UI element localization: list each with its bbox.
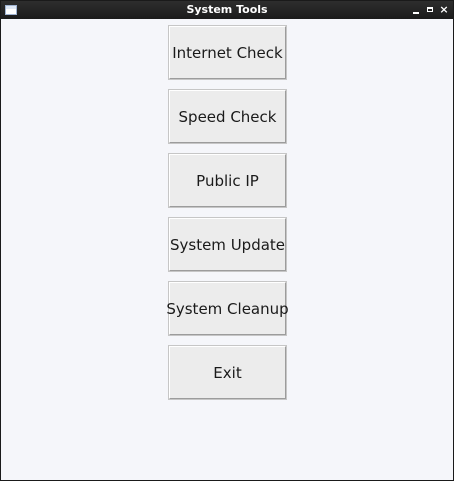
public-ip-button[interactable]: Public IP [169, 154, 286, 207]
minimize-icon[interactable] [411, 4, 421, 16]
speed-check-button[interactable]: Speed Check [169, 90, 286, 143]
maximize-icon[interactable] [425, 4, 435, 16]
window-title: System Tools [186, 3, 268, 16]
internet-check-button[interactable]: Internet Check [169, 26, 286, 79]
main-panel: Internet Check Speed Check Public IP Sys… [1, 19, 453, 480]
close-icon[interactable]: × [439, 4, 449, 16]
app-window: System Tools × Internet Check Speed Chec… [0, 0, 454, 481]
title-bar[interactable]: System Tools × [1, 1, 453, 19]
exit-button[interactable]: Exit [169, 346, 286, 399]
system-cleanup-button[interactable]: System Cleanup [166, 282, 289, 335]
system-update-button[interactable]: System Update [169, 218, 286, 271]
window-controls: × [411, 2, 449, 18]
